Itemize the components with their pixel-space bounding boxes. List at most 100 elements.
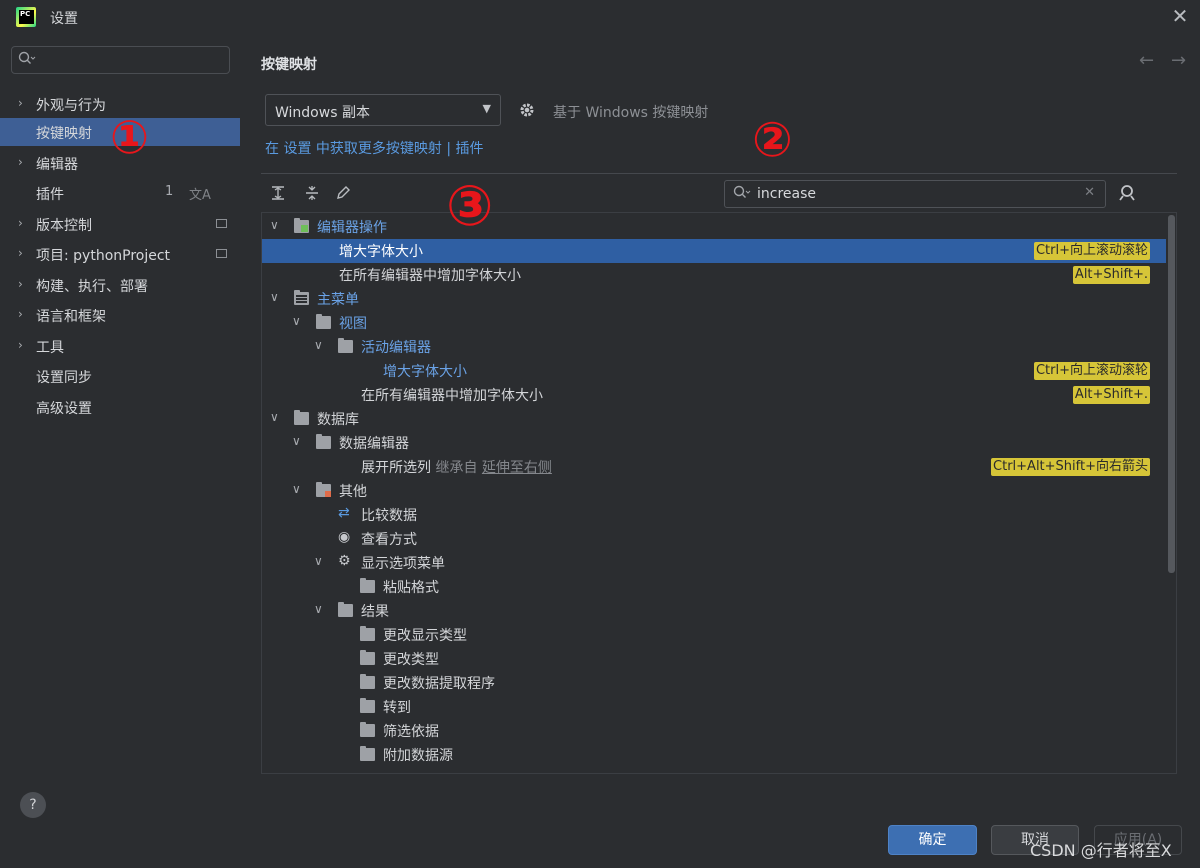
back-arrow-icon[interactable]: ← [1139,50,1154,71]
sidebar-item-advanced[interactable]: 高级设置 [0,393,241,421]
tree-node-label: 结果 [361,604,389,620]
chevron-down-icon: ∨ [292,434,301,448]
search-icon [18,51,36,71]
chevron-right-icon: › [18,96,23,110]
chevron-right-icon: › [18,307,23,321]
close-icon[interactable]: ✕ [1170,6,1190,26]
shortcut-badge: Alt+Shift+. [1072,386,1150,404]
page-title: 按键映射 [261,57,317,73]
chevron-right-icon: › [18,277,23,291]
other-folder-icon [316,482,331,497]
tree-node-label: 数据库 [317,412,359,428]
collapse-all-icon[interactable] [304,185,320,205]
folder-icon [316,314,331,329]
tree-node-label: 附加数据源 [383,748,453,764]
sidebar-item-vcs[interactable]: › 版本控制 [0,210,241,238]
get-more-keymaps-link[interactable]: 在 设置 中获取更多按键映射 | 插件 [265,138,484,158]
inherited-from-link[interactable]: 延伸至右侧 [482,460,552,476]
edit-pencil-icon[interactable] [335,185,351,205]
folder-icon [360,626,375,641]
sidebar-item-languages[interactable]: › 语言和框架 [0,301,241,329]
tree-row-editor-actions[interactable]: ∨ 编辑器操作 [262,215,1166,239]
clear-search-icon[interactable]: ✕ [1084,185,1095,200]
tree-row-increase-font-size-view[interactable]: 增大字体大小 Ctrl+向上滚动滚轮 [262,359,1166,383]
tree-row-change-display-type[interactable]: 更改显示类型 [262,623,1166,647]
tree-node-label: 编辑器操作 [317,220,387,236]
expand-all-icon[interactable] [270,185,286,205]
tree-row-change-type[interactable]: 更改类型 [262,647,1166,671]
tree-row-filter-by[interactable]: 筛选依据 [262,719,1166,743]
sidebar-item-settings-sync[interactable]: 设置同步 [0,362,241,390]
shortcut-badge: Ctrl+向上滚动滚轮 [1033,362,1150,380]
keymap-dropdown[interactable]: Windows 副本 ▼ [265,94,501,126]
tree-row-view[interactable]: ∨ 视图 [262,311,1166,335]
tree-node-label: 增大字体大小 [339,244,423,260]
tree-row-results[interactable]: ∨ 结果 [262,599,1166,623]
sidebar-item-label: 项目: pythonProject [36,248,171,264]
tree-node-label: 主菜单 [317,292,359,308]
tree-node-label: 粘贴格式 [383,580,439,596]
tree-row-other[interactable]: ∨ 其他 [262,479,1166,503]
chevron-right-icon: › [18,246,23,260]
compare-arrows-icon: ⇄ [338,505,350,521]
tree-row-compare-data[interactable]: ⇄ 比较数据 [262,503,1166,527]
sidebar-item-project[interactable]: › 项目: pythonProject [0,240,241,268]
folder-icon [360,650,375,665]
sidebar-item-label: 按键映射 [36,126,92,142]
chevron-down-icon: ∨ [314,338,323,352]
tree-row-show-options-menu[interactable]: ∨ ⚙ 显示选项菜单 [262,551,1166,575]
tree-node-label: 查看方式 [361,532,417,548]
folder-icon [360,578,375,593]
chevron-down-icon: ∨ [270,290,279,304]
gear-icon[interactable] [518,101,536,123]
chevron-down-icon: ▼ [482,102,491,115]
tree-row-data-editor[interactable]: ∨ 数据编辑器 [262,431,1166,455]
action-search-field[interactable]: ✕ [724,180,1106,208]
tree-row-change-data-extractor[interactable]: 更改数据提取程序 [262,671,1166,695]
tree-row-paste-format[interactable]: 粘贴格式 [262,575,1166,599]
chevron-down-icon: ∨ [270,218,279,232]
sidebar-item-label: 编辑器 [36,157,78,173]
folder-icon [316,434,331,449]
forward-arrow-icon[interactable]: → [1171,50,1186,71]
sidebar-item-label: 构建、执行、部署 [36,279,148,295]
chevron-down-icon: ∨ [314,554,323,568]
tree-node-label: 增大字体大小 [383,364,467,380]
search-icon [733,185,751,205]
folder-icon [294,410,309,425]
tree-row-increase-font-all-editors[interactable]: 在所有编辑器中增加字体大小 Alt+Shift+. [262,263,1166,287]
keymap-action-tree: ∨ 编辑器操作 增大字体大小 Ctrl+向上滚动滚轮 在所有编辑器中增加字体大小… [261,212,1177,774]
tree-row-attach-data-source[interactable]: 附加数据源 [262,743,1166,767]
tree-node-label: 转到 [383,700,411,716]
title-bar: 设置 ✕ [0,0,1200,34]
annotation-2: ② [752,112,793,168]
tree-row-view-as[interactable]: ◉ 查看方式 [262,527,1166,551]
tree-scrollbar[interactable] [1168,215,1175,573]
tree-row-go-to[interactable]: 转到 [262,695,1166,719]
tree-row-increase-font-size[interactable]: 增大字体大小 Ctrl+向上滚动滚轮 [262,239,1166,263]
tree-node-label: 筛选依据 [383,724,439,740]
sidebar-item-label: 外观与行为 [36,98,106,114]
tree-row-database[interactable]: ∨ 数据库 [262,407,1166,431]
tree-row-main-menu[interactable]: ∨ 主菜单 [262,287,1166,311]
tree-row-active-editor[interactable]: ∨ 活动编辑器 [262,335,1166,359]
sidebar-item-label: 工具 [36,340,64,356]
tree-node-label: 在所有编辑器中增加字体大小 [361,388,543,404]
annotation-1: ① [110,110,149,164]
action-search-input[interactable] [757,185,1077,203]
sidebar-item-tools[interactable]: › 工具 [0,332,241,360]
tree-node-label: 数据编辑器 [339,436,409,452]
tree-node-label: 更改数据提取程序 [383,676,495,692]
tree-row-increase-font-all-editors-view[interactable]: 在所有编辑器中增加字体大小 Alt+Shift+. [262,383,1166,407]
inherited-link-label[interactable]: 延伸至右侧 [482,460,552,476]
sidebar-item-build[interactable]: › 构建、执行、部署 [0,271,241,299]
tree-row-expand-selected-column[interactable]: 展开所选列 继承自 延伸至右侧 Ctrl+Alt+Shift+向右箭头 [262,455,1166,479]
ok-button[interactable]: 确定 [888,825,977,855]
sidebar-item-label: 语言和框架 [36,309,106,325]
chevron-down-icon: ∨ [270,410,279,424]
sidebar-item-plugins[interactable]: 插件 1 文A [0,179,241,207]
sidebar-search-input[interactable] [11,46,230,74]
tree-node-label: 展开所选列 继承自 延伸至右侧 [361,457,552,477]
find-by-shortcut-icon[interactable] [1118,184,1138,207]
help-icon[interactable]: ? [20,792,46,818]
